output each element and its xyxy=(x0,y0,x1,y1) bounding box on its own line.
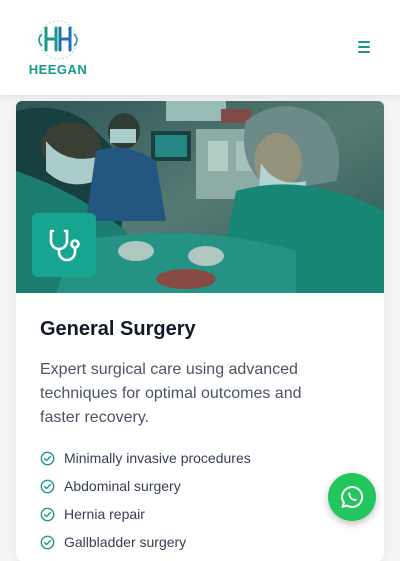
site-header: HEEGAN xyxy=(0,0,400,95)
brand-name: HEEGAN xyxy=(28,62,88,77)
list-item: Gallbladder surgery xyxy=(40,528,251,556)
service-description: Expert surgical care using advanced tech… xyxy=(40,361,302,426)
hamburger-menu-icon[interactable] xyxy=(352,36,376,58)
feature-label: Abdominal surgery xyxy=(64,478,181,494)
check-circle-icon xyxy=(40,507,55,521)
list-item: Minimally invasive procedures xyxy=(40,444,251,472)
logo-mark-icon xyxy=(38,20,78,60)
feature-label: Minimally invasive procedures xyxy=(64,450,251,466)
check-circle-icon xyxy=(40,535,55,549)
list-item: Hernia repair xyxy=(40,500,251,528)
feature-label: Gallbladder surgery xyxy=(64,534,187,550)
whatsapp-icon[interactable] xyxy=(328,473,376,521)
list-item: Abdominal surgery xyxy=(40,472,251,500)
check-circle-icon xyxy=(40,479,55,493)
feature-label: Hernia repair xyxy=(64,506,145,522)
service-image xyxy=(16,101,384,293)
heegan-logo[interactable]: HEEGAN xyxy=(24,18,92,80)
check-circle-icon xyxy=(40,451,55,465)
service-title: General Surgery xyxy=(40,318,196,340)
stethoscope-icon xyxy=(32,213,96,277)
feature-list: Minimally invasive procedures Abdominal … xyxy=(40,444,251,556)
